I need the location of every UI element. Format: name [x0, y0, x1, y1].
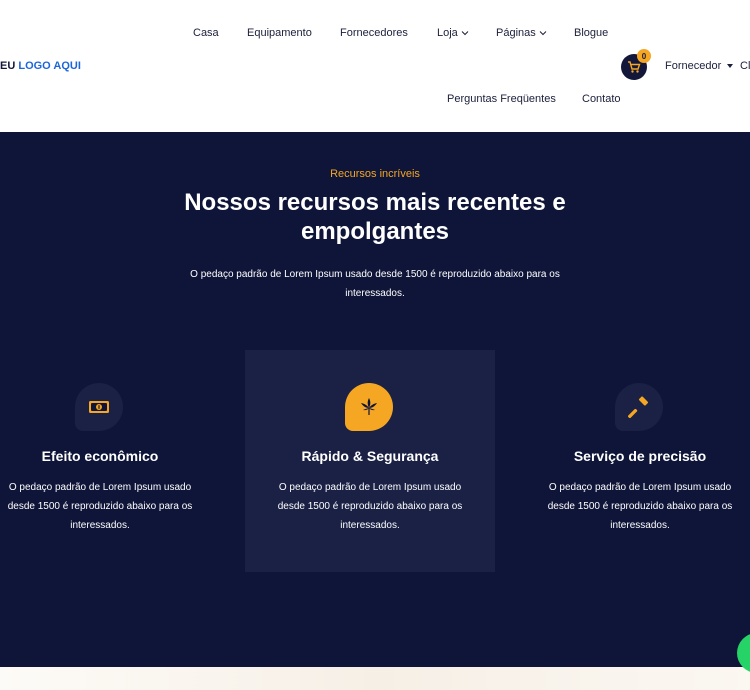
nav-label: Perguntas Freqüentes [447, 93, 556, 105]
nav-label: Contato [582, 93, 621, 105]
money-icon [75, 383, 123, 431]
feature-desc: O pedaço padrão de Lorem Ipsum usado des… [547, 482, 733, 531]
nav-item-contato[interactable]: Contato [582, 93, 621, 105]
feature-desc: O pedaço padrão de Lorem Ipsum usado des… [277, 482, 463, 531]
caret-down-icon [727, 64, 734, 68]
chevron-down-icon [461, 31, 469, 36]
feature-card-fast-security: Rápido & Segurança O pedaço padrão de Lo… [245, 350, 495, 572]
cart-icon [628, 60, 641, 73]
nav-item-casa[interactable]: Casa [193, 27, 219, 39]
nav-item-equipamento[interactable]: Equipamento [247, 27, 312, 39]
nav-item-paginas[interactable]: Páginas [496, 27, 547, 39]
nav-label: Casa [193, 27, 219, 39]
cart-count-badge: 0 [637, 49, 651, 63]
feature-title: Serviço de precisão [573, 448, 707, 464]
logo[interactable]: EU LOGO AQUI [0, 60, 81, 72]
nav-item-faq[interactable]: Perguntas Freqüentes [447, 93, 556, 105]
section-heading: Nossos recursos mais recentes e empolgan… [184, 189, 566, 245]
nav-overflow-text[interactable]: Cl [740, 60, 750, 72]
section-eyebrow: Recursos incríveis [330, 168, 420, 180]
site-header: EU LOGO AQUI Casa Equipamento Fornecedor… [0, 0, 750, 132]
nav-item-blogue[interactable]: Blogue [574, 27, 608, 39]
nav-label: Fornecedores [340, 27, 408, 39]
leaf-icon [345, 383, 393, 431]
nav-item-fornecedores[interactable]: Fornecedores [340, 27, 408, 39]
nav-item-loja[interactable]: Loja [437, 27, 469, 39]
nav-label: Loja [437, 27, 458, 39]
vendor-dropdown[interactable]: Fornecedor [665, 60, 734, 72]
hero-image-strip [0, 667, 750, 690]
nav-label: Páginas [496, 27, 536, 39]
vendor-label: Fornecedor [665, 60, 722, 72]
logo-accent: LOGO AQUI [18, 60, 81, 72]
features-section: Recursos incríveis Nossos recursos mais … [0, 132, 750, 667]
feature-title: Rápido & Segurança [301, 448, 439, 464]
section-subtext: O pedaço padrão de Lorem Ipsum usado des… [190, 269, 560, 299]
hammer-icon [615, 383, 663, 431]
logo-prefix: EU [0, 60, 16, 72]
feature-desc: O pedaço padrão de Lorem Ipsum usado des… [7, 482, 193, 531]
chevron-down-icon [539, 31, 547, 36]
feature-card-precision: Serviço de precisão O pedaço padrão de L… [515, 350, 750, 572]
nav-label: Blogue [574, 27, 609, 39]
feature-title: Efeito econômico [41, 448, 159, 464]
feature-card-economic: Efeito econômico O pedaço padrão de Lore… [0, 350, 225, 572]
nav-label: Equipamento [247, 27, 312, 39]
